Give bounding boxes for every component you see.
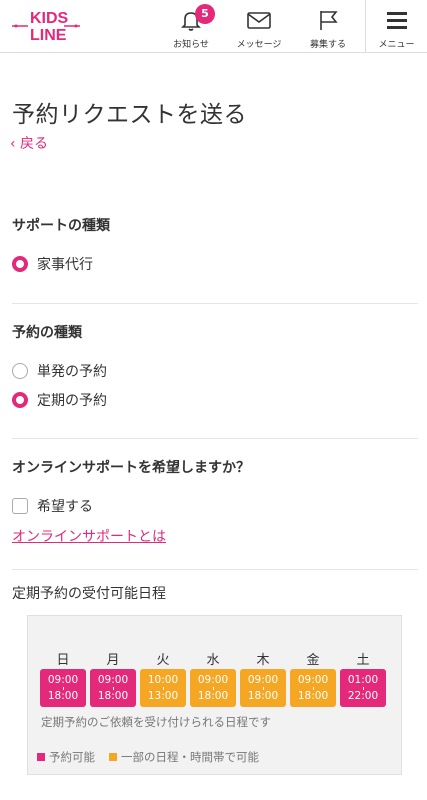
slot-start: 01:00 bbox=[347, 674, 379, 686]
nav-menu-label: メニュー bbox=[378, 40, 415, 50]
slot-end: 18:00 bbox=[47, 690, 79, 702]
day-label-sat: 土 bbox=[356, 653, 370, 668]
legend-available: 予約可能 bbox=[37, 749, 95, 765]
time-slot-sat: 01:00 22:00 bbox=[340, 669, 386, 707]
checkbox-label: 希望する bbox=[37, 499, 93, 515]
schedule-legend: 予約可能 一部の日程・時間帯で可能 bbox=[37, 749, 273, 765]
kidsline-logo[interactable]: KIDS LINE bbox=[10, 6, 82, 46]
booking-type-heading: 予約の種類 bbox=[12, 325, 82, 341]
envelope-icon bbox=[247, 12, 271, 29]
slot-end: 22:00 bbox=[347, 690, 379, 702]
flag-icon bbox=[320, 11, 338, 30]
divider bbox=[12, 569, 418, 570]
legend-partial: 一部の日程・時間帯で可能 bbox=[109, 749, 259, 765]
legend-available-label: 予約可能 bbox=[49, 750, 95, 764]
time-slot-mon: 09:00 18:00 bbox=[90, 669, 136, 707]
slot-end: 18:00 bbox=[97, 690, 129, 702]
time-slot-thu: 09:00 18:00 bbox=[240, 669, 286, 707]
day-label-sun: 日 bbox=[56, 653, 70, 668]
time-slot-fri: 09:00 18:00 bbox=[290, 669, 336, 707]
time-slot-wed: 09:00 18:00 bbox=[190, 669, 236, 707]
nav-notifications-label: お知らせ bbox=[173, 40, 209, 50]
day-label-thu: 木 bbox=[256, 653, 270, 668]
time-slot-sun: 09:00 18:00 bbox=[40, 669, 86, 707]
online-support-checkbox-row[interactable]: 希望する bbox=[12, 496, 93, 516]
legend-swatch-partial bbox=[109, 753, 117, 761]
day-label-fri: 金 bbox=[306, 653, 320, 668]
legend-partial-label: 一部の日程・時間帯で可能 bbox=[121, 750, 259, 764]
day-label-wed: 水 bbox=[206, 653, 220, 668]
online-support-info-link[interactable]: オンラインサポートとは bbox=[12, 526, 166, 546]
radio-button[interactable] bbox=[12, 256, 28, 272]
support-type-option-housework[interactable]: 家事代行 bbox=[12, 254, 93, 274]
divider bbox=[12, 303, 418, 304]
nav-messages[interactable]: メッセージ bbox=[226, 0, 292, 52]
slot-end: 18:00 bbox=[197, 690, 229, 702]
nav-recruit-label: 募集する bbox=[309, 40, 346, 50]
schedule-note: 定期予約のご依頼を受け付けられる日程です bbox=[41, 715, 271, 729]
hamburger-menu-icon bbox=[386, 12, 407, 29]
app-header: KIDS LINE 5 お知らせ メッセージ 募集する メニュー bbox=[0, 0, 427, 53]
nav-menu[interactable]: メニュー bbox=[365, 0, 427, 52]
radio-label: 家事代行 bbox=[37, 257, 93, 273]
slot-start: 09:00 bbox=[197, 674, 229, 686]
booking-type-option-single[interactable]: 単発の予約 bbox=[12, 361, 107, 381]
legend-swatch-available bbox=[37, 753, 45, 761]
radio-label: 単発の予約 bbox=[37, 364, 107, 380]
support-type-heading: サポートの種類 bbox=[12, 218, 110, 234]
radio-label: 定期の予約 bbox=[37, 393, 107, 409]
radio-button[interactable] bbox=[12, 363, 28, 379]
divider bbox=[12, 438, 418, 439]
back-link[interactable]: ‹ 戻る bbox=[10, 133, 48, 153]
page-title: 予約リクエストを送る bbox=[12, 102, 247, 128]
slot-start: 09:00 bbox=[247, 674, 279, 686]
schedule-heading: 定期予約の受付可能日程 bbox=[12, 586, 166, 602]
slot-start: 09:00 bbox=[47, 674, 79, 686]
slot-end: 18:00 bbox=[247, 690, 279, 702]
nav-messages-label: メッセージ bbox=[236, 40, 282, 50]
radio-button[interactable] bbox=[12, 392, 28, 408]
booking-type-option-recurring[interactable]: 定期の予約 bbox=[12, 390, 107, 410]
slot-start: 10:00 bbox=[147, 674, 179, 686]
logo-text-top: KIDS bbox=[30, 10, 69, 27]
nav-notifications[interactable]: 5 お知らせ bbox=[163, 0, 219, 52]
slot-end: 18:00 bbox=[297, 690, 329, 702]
slot-end: 13:00 bbox=[147, 690, 179, 702]
notification-count-badge: 5 bbox=[195, 4, 215, 24]
nav-recruit[interactable]: 募集する bbox=[298, 0, 358, 52]
day-label-mon: 月 bbox=[106, 653, 120, 668]
slot-start: 09:00 bbox=[97, 674, 129, 686]
time-slot-tue: 10:00 13:00 bbox=[140, 669, 186, 707]
online-support-checkbox[interactable] bbox=[12, 498, 28, 514]
logo-text-bottom: LINE bbox=[30, 27, 67, 44]
online-support-heading: オンラインサポートを希望しますか？ bbox=[12, 460, 250, 476]
schedule-calendar: 日 月 火 水 木 金 土 09:00 18:00 09:00 18:00 10:0… bbox=[27, 615, 402, 775]
day-label-tue: 火 bbox=[156, 653, 170, 668]
slot-start: 09:00 bbox=[297, 674, 329, 686]
